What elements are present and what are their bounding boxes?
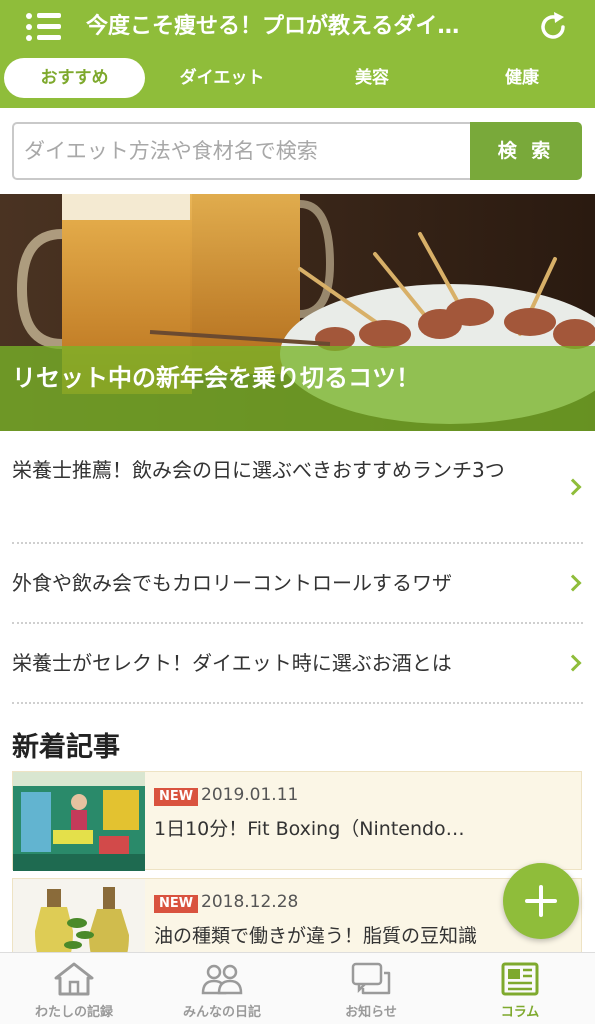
tab-diet[interactable]: ダイエット xyxy=(160,58,284,98)
nav-label: コラム xyxy=(500,1005,540,1020)
nav-item-everyone-diary[interactable]: みんなの日記 xyxy=(148,953,296,1024)
speech-bubble-icon xyxy=(351,962,391,995)
news-date: 2018.12.28 xyxy=(201,892,299,912)
news-title: 1日10分！Fit Boxing（Nintendo… xyxy=(154,818,465,840)
people-icon xyxy=(201,964,243,995)
newspaper-icon xyxy=(501,962,539,996)
nav-label: お知らせ xyxy=(345,1005,397,1020)
featured-item-label: 外食や飲み会でもカロリーコントロールするワザ xyxy=(12,571,452,595)
house-icon xyxy=(54,962,94,996)
new-badge: NEW xyxy=(154,895,199,913)
tab-recommended[interactable]: おすすめ xyxy=(4,58,145,98)
category-tabs: おすすめ ダイエット 美容 健康 xyxy=(0,54,595,108)
bottom-nav: わたしの記録 みんなの日記 お知らせ コラム xyxy=(0,952,595,1024)
page-title: 今度こそ痩せる！プロが教えるダイ… xyxy=(86,14,460,39)
news-item[interactable]: NEW 2019.01.11 1日10分！Fit Boxing（Nintendo… xyxy=(12,771,582,871)
add-button[interactable] xyxy=(503,863,579,939)
hero-banner[interactable]: リセット中の新年会を乗り切るコツ！ xyxy=(0,194,595,431)
hero-caption: リセット中の新年会を乗り切るコツ！ xyxy=(0,346,595,431)
featured-item[interactable]: 栄養士がセレクト！ダイエット時に選ぶお酒とは xyxy=(12,624,583,704)
nav-label: みんなの日記 xyxy=(182,1005,261,1020)
nav-item-my-records[interactable]: わたしの記録 xyxy=(0,953,148,1024)
nav-label: わたしの記録 xyxy=(34,1005,113,1020)
app-header: 今度こそ痩せる！プロが教えるダイ… xyxy=(0,0,595,54)
refresh-icon[interactable] xyxy=(537,11,569,43)
featured-list: 栄養士推薦！飲み会の日に選ぶべきおすすめランチ3つ 外食や飲み会でもカロリーコン… xyxy=(12,432,583,704)
section-title-new-articles: 新着記事 xyxy=(12,732,120,763)
new-badge: NEW xyxy=(154,788,199,806)
news-title: 油の種類で働きが違う！脂質の豆知識 xyxy=(154,925,478,947)
featured-item-label: 栄養士がセレクト！ダイエット時に選ぶお酒とは xyxy=(12,651,452,675)
search-bar: 検 索 xyxy=(12,122,582,180)
news-thumbnail xyxy=(13,772,145,871)
tab-health[interactable]: 健康 xyxy=(460,58,584,98)
news-date: 2019.01.11 xyxy=(201,785,299,805)
search-input[interactable] xyxy=(12,122,472,180)
featured-item-label: 栄養士推薦！飲み会の日に選ぶべきおすすめランチ3つ xyxy=(12,458,505,482)
menu-icon[interactable] xyxy=(26,12,64,42)
search-button[interactable]: 検 索 xyxy=(470,122,582,180)
nav-item-notifications[interactable]: お知らせ xyxy=(297,953,445,1024)
tab-beauty[interactable]: 美容 xyxy=(310,58,434,98)
featured-item[interactable]: 外食や飲み会でもカロリーコントロールするワザ xyxy=(12,544,583,624)
hero-caption-text: リセット中の新年会を乗り切るコツ！ xyxy=(12,364,420,392)
featured-item[interactable]: 栄養士推薦！飲み会の日に選ぶべきおすすめランチ3つ xyxy=(12,432,583,544)
nav-item-column[interactable]: コラム xyxy=(446,953,594,1024)
